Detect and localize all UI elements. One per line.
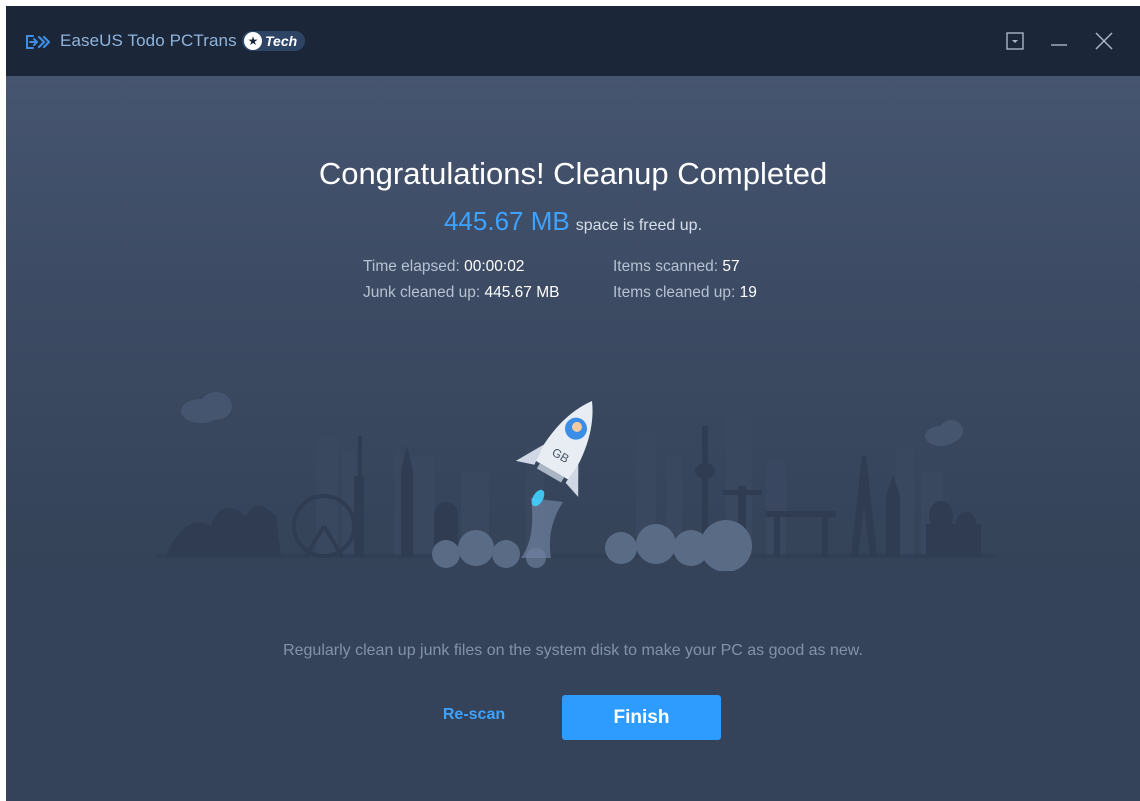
stat-value: 00:00:02 [464, 258, 525, 275]
stat-label: Junk cleaned up: [363, 284, 481, 301]
stat-label: Time elapsed: [363, 258, 460, 275]
stat-junk-cleaned: Junk cleaned up: 445.67 MB [363, 280, 559, 306]
close-icon[interactable] [1093, 30, 1115, 52]
stats-left: Time elapsed: 00:00:02 Junk cleaned up: … [363, 254, 559, 306]
freed-suffix: space is freed up. [575, 217, 703, 234]
tech-badge: ★ Tech [242, 31, 306, 51]
stat-items-cleaned: Items cleaned up: 19 [613, 280, 757, 306]
app-title: EaseUS Todo PCTrans [60, 31, 237, 50]
footer-background [6, 566, 1140, 801]
title-bar: EaseUS Todo PCTrans ★ Tech [6, 6, 1140, 76]
stat-items-scanned: Items scanned: 57 [613, 254, 757, 280]
stat-value: 57 [722, 258, 740, 275]
page-title: Congratulations! Cleanup Completed [318, 156, 828, 191]
finish-button[interactable]: Finish [562, 695, 721, 740]
freed-amount: 445.67 MB [443, 206, 570, 236]
stat-label: Items cleaned up: [613, 284, 736, 301]
freed-space-summary: 445.67 MB space is freed up. [6, 206, 1140, 237]
star-icon: ★ [244, 32, 262, 50]
stat-value: 19 [739, 284, 757, 301]
stat-value: 445.67 MB [484, 284, 560, 301]
minimize-icon[interactable] [1048, 30, 1070, 52]
cleanup-tip: Regularly clean up junk files on the sys… [283, 642, 863, 659]
rocket-launch-illustration: GB [156, 392, 996, 571]
stat-time-elapsed: Time elapsed: 00:00:02 [363, 254, 559, 280]
dropdown-menu-icon[interactable] [1004, 30, 1026, 52]
rescan-button[interactable]: Re-scan [426, 706, 522, 724]
stats-right: Items scanned: 57 Items cleaned up: 19 [613, 254, 757, 306]
tech-badge-label: Tech [265, 33, 298, 49]
stat-label: Items scanned: [613, 258, 719, 275]
app-window: EaseUS Todo PCTrans ★ Tech Congratulatio… [6, 6, 1140, 801]
app-logo-icon [26, 35, 50, 49]
